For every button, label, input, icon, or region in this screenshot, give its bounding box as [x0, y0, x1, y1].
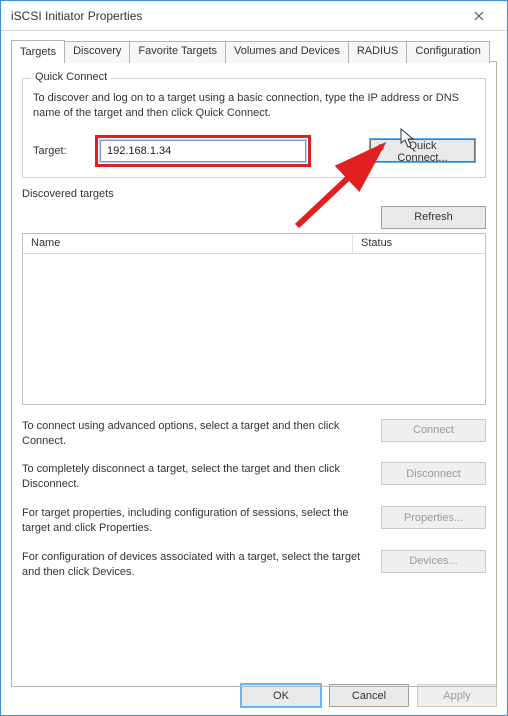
cancel-button[interactable]: Cancel [329, 684, 409, 707]
discovered-targets-label: Discovered targets [22, 188, 486, 200]
opt-connect-row: To connect using advanced options, selec… [22, 419, 486, 449]
list-header: Name Status [23, 234, 485, 254]
quick-connect-button[interactable]: Quick Connect... [370, 139, 475, 162]
refresh-button[interactable]: Refresh [381, 206, 486, 229]
opt-connect-text: To connect using advanced options, selec… [22, 419, 361, 449]
content-area: Targets Discovery Favorite Targets Volum… [1, 31, 507, 687]
tabstrip: Targets Discovery Favorite Targets Volum… [11, 39, 497, 61]
opt-properties-row: For target properties, including configu… [22, 506, 486, 536]
connect-button[interactable]: Connect [381, 419, 486, 442]
discovered-targets-list[interactable]: Name Status [22, 233, 486, 405]
tab-discovery[interactable]: Discovery [64, 41, 130, 63]
devices-button[interactable]: Devices... [381, 550, 486, 573]
opt-devices-text: For configuration of devices associated … [22, 550, 361, 580]
tab-targets[interactable]: Targets [11, 40, 65, 62]
disconnect-button[interactable]: Disconnect [381, 462, 486, 485]
opt-devices-row: For configuration of devices associated … [22, 550, 486, 580]
target-input-highlight [95, 135, 311, 167]
tab-radius[interactable]: RADIUS [348, 41, 408, 63]
col-status[interactable]: Status [353, 234, 485, 253]
target-label: Target: [33, 145, 85, 157]
quick-connect-title: Quick Connect [31, 71, 111, 83]
quick-connect-description: To discover and log on to a target using… [33, 91, 475, 121]
tabpage-targets: Quick Connect To discover and log on to … [11, 61, 497, 687]
target-input[interactable] [100, 140, 306, 162]
close-icon [474, 11, 484, 21]
apply-button[interactable]: Apply [417, 684, 497, 707]
quick-connect-group: Quick Connect To discover and log on to … [22, 78, 486, 178]
tab-volumes-devices[interactable]: Volumes and Devices [225, 41, 349, 63]
dialog-footer: OK Cancel Apply [241, 684, 497, 707]
ok-button[interactable]: OK [241, 684, 321, 707]
opt-disconnect-text: To completely disconnect a target, selec… [22, 462, 361, 492]
target-row: Target: Quick Connect... [33, 135, 475, 167]
window-title: iSCSI Initiator Properties [11, 9, 459, 23]
properties-button[interactable]: Properties... [381, 506, 486, 529]
opt-disconnect-row: To completely disconnect a target, selec… [22, 462, 486, 492]
opt-properties-text: For target properties, including configu… [22, 506, 361, 536]
tab-configuration[interactable]: Configuration [406, 41, 489, 63]
close-button[interactable] [459, 2, 499, 30]
titlebar: iSCSI Initiator Properties [1, 1, 507, 31]
col-name[interactable]: Name [23, 234, 353, 253]
tab-favorite-targets[interactable]: Favorite Targets [129, 41, 226, 63]
